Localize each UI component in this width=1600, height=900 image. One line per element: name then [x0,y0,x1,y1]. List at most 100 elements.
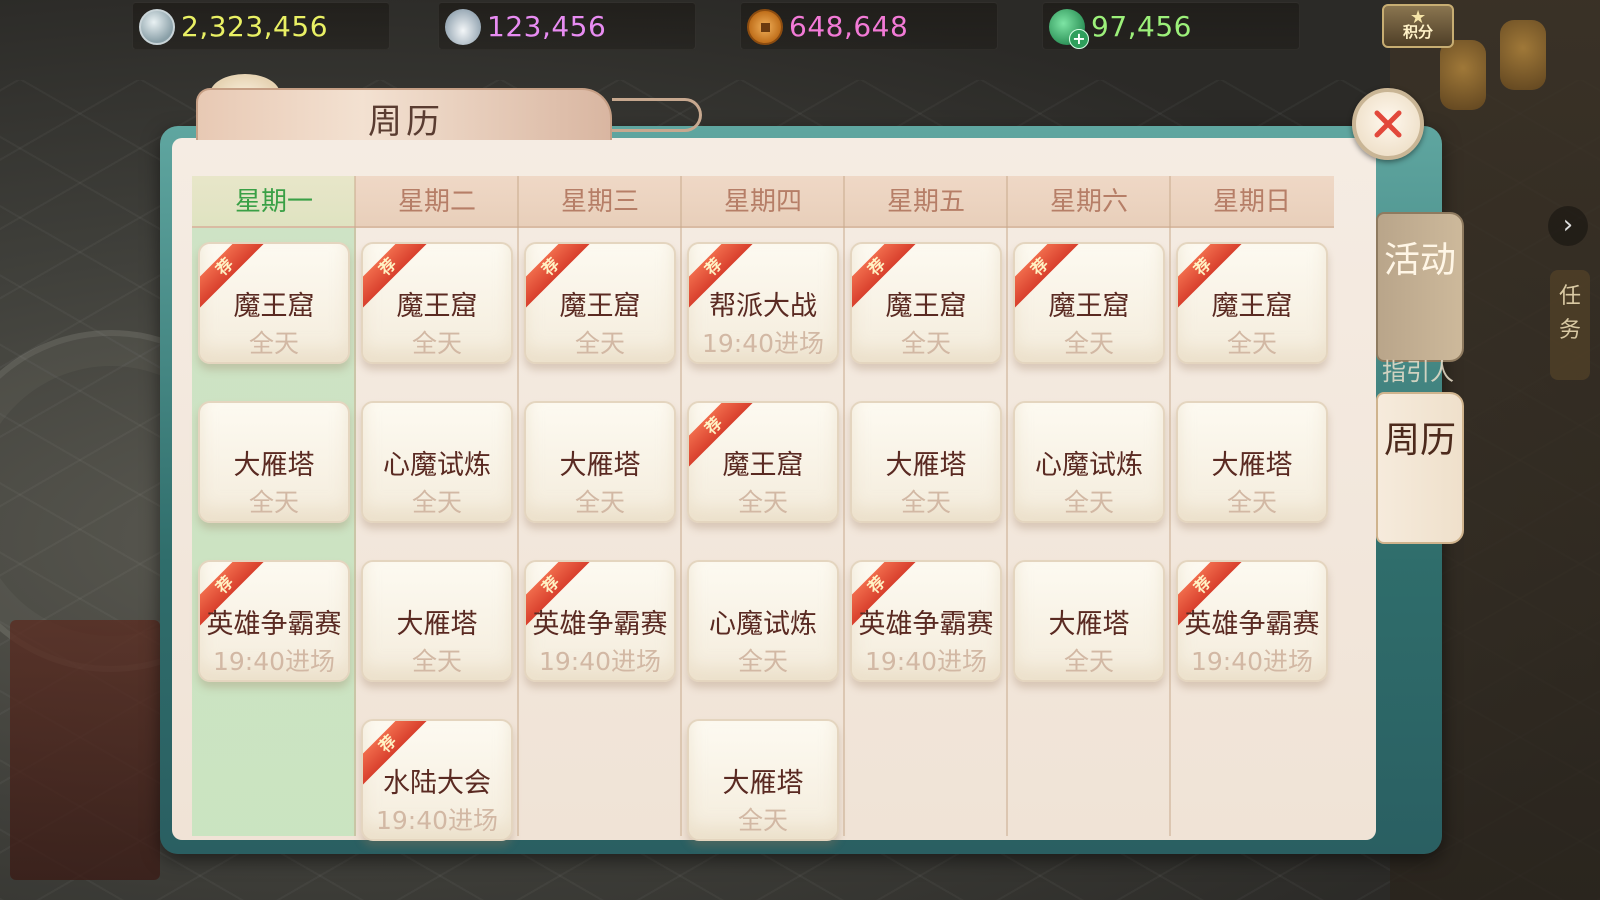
event-name: 大雁塔 [559,450,641,481]
event-time: 19:40进场 [538,647,662,676]
column-divider [843,176,845,836]
event-name: 大雁塔 [233,450,315,481]
event-time: 全天 [248,488,299,517]
day-header[interactable]: 星期二 [355,176,519,228]
event-card[interactable]: 荐英雄争霸赛 19:40进场 [850,560,1002,682]
day-column: 星期一荐魔王窟 全天大雁塔全天荐英雄争霸赛 19:40进场 [192,176,356,836]
event-card[interactable]: 大雁塔 全天 [524,401,676,523]
silver-ingot-value: 123,456 [487,10,607,43]
column-divider [680,176,682,836]
event-time: 全天 [411,329,462,358]
event-time: 全天 [900,488,951,517]
event-name: 帮派大战 [709,291,817,322]
jade-plus-icon [1049,9,1089,49]
day-column: 星期三荐魔王窟 全天 大雁塔 全天荐英雄争霸赛 19:40进场 [518,176,682,836]
event-card[interactable]: 荐英雄争霸赛 19:40进场 [524,560,676,682]
event-card[interactable]: 荐魔王窟 全天 [1176,242,1328,364]
event-time: 全天 [900,329,951,358]
background-pillar [10,620,160,880]
event-card[interactable]: 心魔试炼 全天 [361,401,513,523]
event-name: 心魔试炼 [709,609,817,640]
event-name: 水陆大会 [383,768,491,799]
day-header[interactable]: 星期三 [518,176,682,228]
event-name: 大雁塔 [885,450,967,481]
chevron-right-icon[interactable]: › [1548,206,1588,246]
event-name: 大雁塔 [396,609,478,640]
event-name: 大雁塔 [1048,609,1130,640]
event-time: 全天 [411,488,462,517]
column-divider [517,176,519,836]
resource-copper-coin[interactable]: 648,648 [740,2,998,50]
event-card[interactable]: 荐魔王窟 全天 [361,242,513,364]
day-header[interactable]: 星期六 [1007,176,1171,228]
event-card[interactable]: 荐英雄争霸赛 19:40进场 [1176,560,1328,682]
event-time: 全天 [411,647,462,676]
event-time: 19:40进场 [1190,647,1314,676]
event-card[interactable]: 荐魔王窟 全天 [850,242,1002,364]
column-divider [1169,176,1171,836]
event-card[interactable]: 荐英雄争霸赛 19:40进场 [198,560,350,682]
silver-ingot-icon [445,9,481,45]
copper-coin-value: 648,648 [789,10,909,43]
task-tab[interactable]: 任务 [1550,270,1590,380]
jade-value: 97,456 [1091,10,1192,43]
tab-activity[interactable]: 活动 [1376,212,1464,362]
event-name: 英雄争霸赛 [532,609,668,640]
event-time: 19:40进场 [701,329,825,358]
day-column: 星期五荐魔王窟 全天 大雁塔 全天荐英雄争霸赛 19:40进场 [844,176,1008,836]
day-column: 星期四荐帮派大战 19:40进场荐魔王窟 全天 心魔试炼 全天 大雁塔 全天 [681,176,845,841]
event-time: 19:40进场 [864,647,988,676]
event-time: 全天 [574,488,625,517]
day-header[interactable]: 星期四 [681,176,845,228]
event-card[interactable]: 大雁塔 全天 [1013,560,1165,682]
event-time: 全天 [1063,647,1114,676]
close-button[interactable] [1352,88,1424,160]
event-time: 全天 [1063,329,1114,358]
tab-week-calendar[interactable]: 周历 [1376,392,1464,544]
panel-title-tab: 周历 [196,88,612,142]
event-card[interactable]: 大雁塔 全天 [198,401,350,523]
column-divider [1006,176,1008,836]
event-card[interactable]: 心魔试炼 全天 [1013,401,1165,523]
close-icon [1374,110,1402,138]
event-card[interactable]: 大雁塔 全天 [687,719,839,841]
event-card[interactable]: 荐魔王窟 全天 [198,242,350,364]
event-name: 英雄争霸赛 [206,609,342,640]
event-card[interactable]: 心魔试炼 全天 [687,560,839,682]
event-card[interactable]: 荐帮派大战 19:40进场 [687,242,839,364]
resource-silver-ingot[interactable]: 123,456 [438,2,696,50]
event-name: 英雄争霸赛 [858,609,994,640]
day-column: 星期日荐魔王窟 全天 大雁塔 全天荐英雄争霸赛 19:40进场 [1170,176,1334,836]
event-card[interactable]: 大雁塔 全天 [361,560,513,682]
event-card[interactable]: 荐魔王窟 全天 [1013,242,1165,364]
event-card[interactable]: 荐水陆大会 19:40进场 [361,719,513,841]
event-time: 19:40进场 [375,806,499,835]
resource-jade[interactable]: 97,456 [1042,2,1300,50]
column-divider [354,176,356,836]
event-time: 全天 [1063,488,1114,517]
event-card[interactable]: 荐魔王窟 全天 [687,401,839,523]
event-time: 全天 [737,647,788,676]
event-time: 全天 [737,488,788,517]
event-name: 大雁塔 [722,768,804,799]
score-button[interactable]: ★ 积分 [1382,4,1454,48]
event-time: 全天 [1226,329,1277,358]
event-card[interactable]: 大雁塔 全天 [850,401,1002,523]
event-card[interactable]: 大雁塔 全天 [1176,401,1328,523]
event-name: 魔王窟 [1211,291,1293,322]
event-card[interactable]: 荐魔王窟 全天 [524,242,676,364]
lantern-icon [1440,40,1486,110]
day-header[interactable]: 星期日 [1170,176,1334,228]
panel-title: 周历 [368,102,444,142]
event-name: 英雄争霸赛 [1184,609,1320,640]
event-time: 全天 [737,806,788,835]
day-header[interactable]: 星期一 [192,176,356,228]
guide-text: 指引人 [1382,358,1454,386]
event-name: 魔王窟 [885,291,967,322]
event-name: 魔王窟 [1048,291,1130,322]
resource-silver-coin[interactable]: 2,323,456 [132,2,390,50]
event-time: 全天 [1226,488,1277,517]
event-name: 心魔试炼 [383,450,491,481]
day-header[interactable]: 星期五 [844,176,1008,228]
day-column: 星期二荐魔王窟 全天 心魔试炼 全天 大雁塔 全天荐水陆大会 19:40进场 [355,176,519,841]
